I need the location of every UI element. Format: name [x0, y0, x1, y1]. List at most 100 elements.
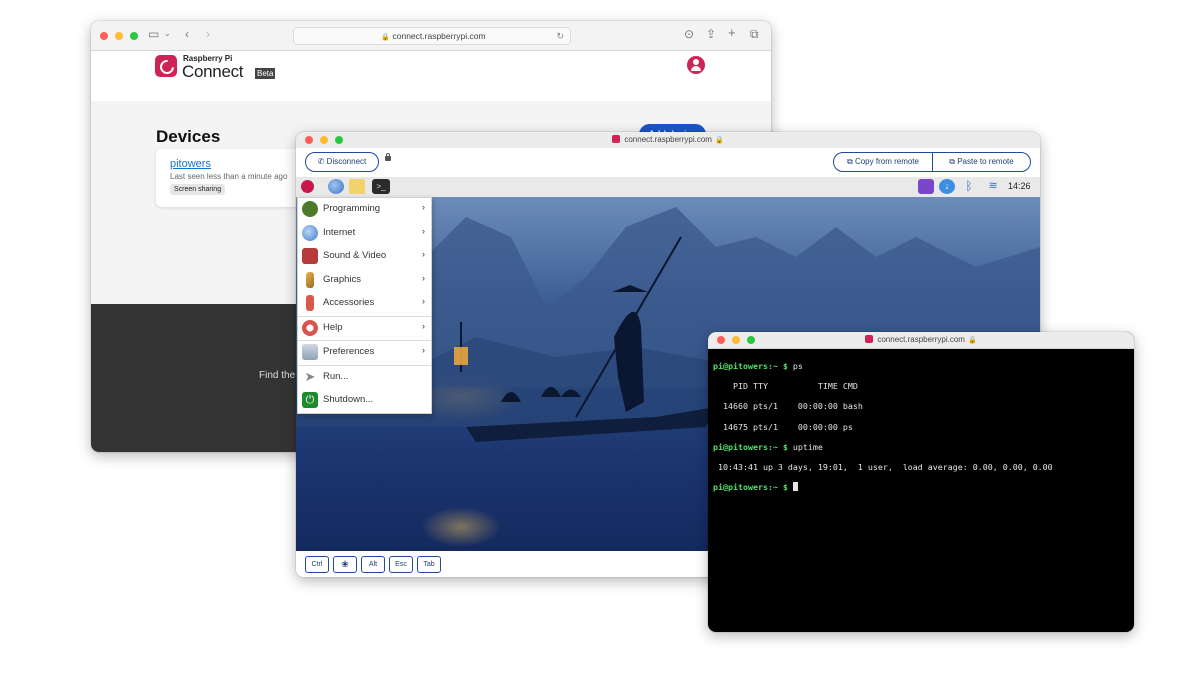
- window-title: connect.raspberrypi.com 🔒: [296, 132, 1040, 149]
- screen-sharing-badge: Screen sharing: [170, 184, 226, 195]
- raspberry-pi-logo-icon[interactable]: [155, 55, 177, 77]
- chevron-right-icon: ›: [422, 202, 425, 212]
- disconnect-label: Disconnect: [326, 157, 367, 166]
- terminal-text: ps: [787, 361, 803, 372]
- logo-product: Connect: [182, 62, 244, 81]
- account-icon[interactable]: [687, 56, 705, 74]
- terminal-output[interactable]: pi@pitowers:~ $ ps PID TTY TIME CMD 1466…: [713, 351, 1129, 513]
- shutdown-icon: ⏻: [302, 392, 318, 408]
- paste-to-remote-button[interactable]: ⧉ Paste to remote: [933, 153, 1030, 171]
- back-icon[interactable]: ‹: [185, 27, 189, 41]
- chevron-right-icon: ›: [422, 320, 425, 331]
- esc-key-button[interactable]: Esc: [389, 556, 413, 573]
- preferences-icon: [302, 344, 318, 360]
- terminal-text: 14675 pts/1 00:00:00 ps: [713, 421, 853, 432]
- terminal-line: 14675 pts/1 00:00:00 ps: [713, 422, 1129, 432]
- file-manager-icon[interactable]: [349, 179, 365, 194]
- remote-toolbar: ✆ Disconnect ⧉ Copy from remote ⧉ Paste …: [296, 148, 1040, 178]
- clipboard-controls: ⧉ Copy from remote ⧉ Paste to remote: [833, 152, 1031, 172]
- terminal-line: PID TTY TIME CMD: [713, 381, 1129, 391]
- tab-overview-icon[interactable]: ⧉: [750, 27, 759, 42]
- programming-icon: [302, 201, 318, 217]
- alt-key-button[interactable]: Alt: [361, 556, 385, 573]
- window-title: connect.raspberrypi.com 🔒: [708, 332, 1134, 349]
- menu-item-label: Graphics: [323, 273, 362, 285]
- page-title: Devices: [156, 127, 221, 146]
- device-last-seen: Last seen less than a minute ago: [170, 172, 288, 181]
- menu-item-label: Sound & Video: [323, 250, 387, 261]
- chevron-right-icon: ›: [422, 296, 425, 306]
- wifi-icon[interactable]: ≋: [985, 179, 1001, 194]
- zoom-window-button[interactable]: [130, 32, 138, 40]
- window-title-text: connect.raspberrypi.com: [624, 135, 712, 144]
- menu-item-help[interactable]: Help ›: [298, 315, 431, 341]
- ctrl-key-button[interactable]: Ctrl: [305, 556, 329, 573]
- copy-label: Copy from remote: [854, 157, 919, 166]
- chevron-right-icon: ›: [422, 225, 425, 236]
- new-tab-icon[interactable]: +: [728, 25, 736, 40]
- terminal-line: pi@pitowers:~ $ uptime: [713, 442, 1129, 452]
- raspberry-logo-icon: ❀: [341, 559, 349, 569]
- terminal-prompt: pi@pitowers:~ $: [713, 361, 788, 372]
- terminal-window: connect.raspberrypi.com 🔒 pi@pitowers:~ $…: [708, 332, 1134, 632]
- accessories-icon: [306, 295, 314, 311]
- terminal-line: 10:43:41 up 3 days, 19:01, 1 user, load …: [713, 462, 1129, 472]
- pi-taskbar: >_ ↓ ᛒ ≋ 14:26: [296, 177, 1040, 198]
- terminal-titlebar: connect.raspberrypi.com 🔒: [708, 332, 1134, 349]
- browser-launcher-icon[interactable]: [328, 179, 344, 194]
- copy-from-remote-button[interactable]: ⧉ Copy from remote: [834, 153, 933, 171]
- paste-label: Paste to remote: [957, 157, 1014, 166]
- favicon-icon: [612, 135, 621, 143]
- menu-item-label: Help: [323, 321, 343, 333]
- tab-key-button[interactable]: Tab: [417, 556, 441, 573]
- terminal-text: 14660 pts/1 00:00:00 bash: [713, 401, 863, 412]
- lock-icon: 🔒: [967, 337, 977, 344]
- url-text: connect.raspberrypi.com: [392, 31, 486, 41]
- paint-icon: [306, 271, 314, 288]
- terminal-text: 10:43:41 up 3 days, 19:01, 1 user, load …: [713, 462, 1053, 473]
- share-icon[interactable]: ⇪: [706, 27, 716, 41]
- menu-item-sound-video[interactable]: Sound & Video ›: [298, 245, 431, 269]
- device-card[interactable]: pitowers Last seen less than a minute ag…: [156, 149, 316, 207]
- media-icon: [302, 248, 318, 264]
- terminal-prompt: pi@pitowers:~ $: [713, 441, 788, 452]
- chevron-right-icon: ›: [422, 249, 425, 259]
- update-icon[interactable]: ↓: [939, 179, 955, 194]
- lock-icon: 🔒: [714, 137, 724, 144]
- connect-status-icon[interactable]: [918, 179, 934, 194]
- menu-item-shutdown[interactable]: ⏻ Shutdown...: [298, 389, 431, 413]
- terminal-text: PID TTY TIME CMD: [713, 381, 858, 392]
- site-header: Raspberry Pi Connect Beta: [91, 51, 771, 102]
- menu-item-label: Run...: [323, 370, 349, 382]
- terminal-line: 14660 pts/1 00:00:00 bash: [713, 401, 1129, 411]
- menu-item-label: Accessories: [323, 297, 375, 308]
- menu-item-internet[interactable]: Internet ›: [298, 222, 431, 246]
- sidebar-toggle-icon[interactable]: ▭: [148, 27, 159, 41]
- terminal-launcher-icon[interactable]: >_: [372, 179, 390, 194]
- download-icon[interactable]: ⊙: [684, 27, 694, 41]
- bluetooth-icon[interactable]: ᛒ: [961, 179, 977, 194]
- disconnect-button[interactable]: ✆ Disconnect: [305, 152, 379, 172]
- terminal-cursor: [792, 482, 798, 492]
- terminal-prompt: pi@pitowers:~ $: [713, 482, 788, 493]
- forward-icon[interactable]: ›: [206, 27, 210, 41]
- menu-item-accessories[interactable]: Accessories ›: [298, 292, 431, 316]
- raspberry-key-button[interactable]: ❀: [333, 556, 357, 573]
- reload-icon[interactable]: ↻: [556, 28, 564, 44]
- terminal-text: uptime: [787, 441, 823, 452]
- menu-item-preferences[interactable]: Preferences ›: [298, 340, 431, 365]
- chevron-down-icon[interactable]: ⌄: [164, 29, 171, 38]
- phone-icon: ✆: [317, 157, 327, 166]
- device-name-link[interactable]: pitowers: [170, 158, 211, 170]
- menu-item-programming[interactable]: Programming ›: [298, 198, 431, 222]
- globe-icon: [302, 224, 318, 241]
- menu-item-run[interactable]: ➤ Run...: [298, 364, 431, 390]
- beta-badge: Beta: [255, 68, 276, 79]
- minimize-window-button[interactable]: [115, 32, 123, 40]
- raspberry-menu-icon[interactable]: [301, 180, 314, 193]
- close-window-button[interactable]: [100, 32, 108, 40]
- menu-item-graphics[interactable]: Graphics ›: [298, 269, 431, 293]
- lock-icon: 🔒: [381, 34, 391, 41]
- menu-item-label: Preferences: [323, 346, 375, 357]
- address-bar[interactable]: 🔒 connect.raspberrypi.com ↻: [293, 27, 571, 45]
